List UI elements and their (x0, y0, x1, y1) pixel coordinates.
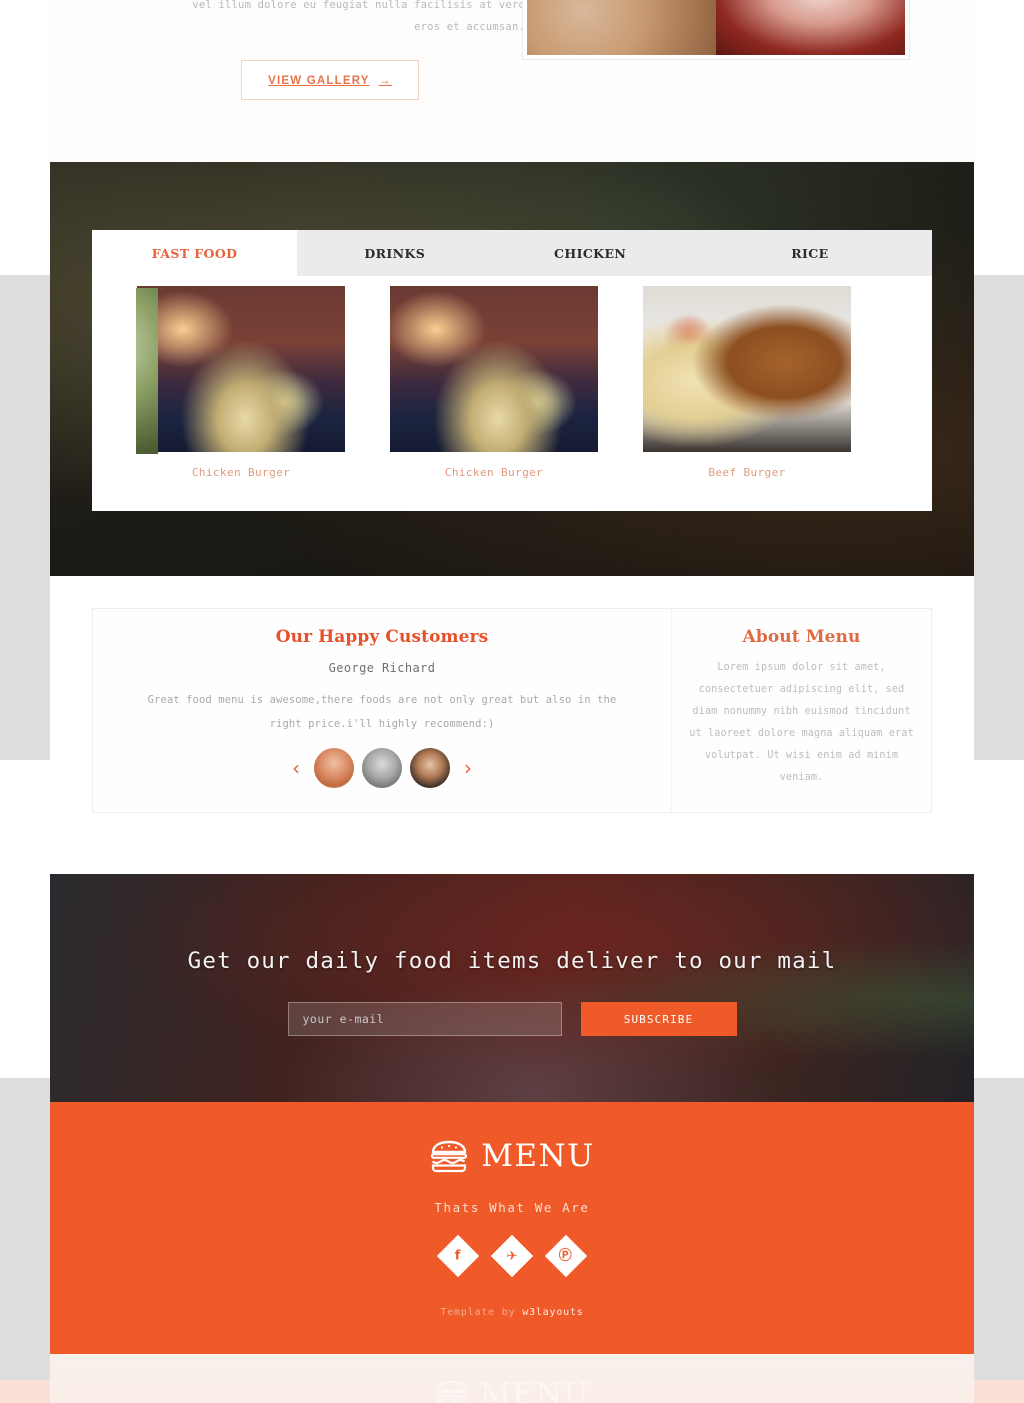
gallery-item-peek[interactable] (136, 288, 158, 454)
footer-social-links: f ✈ Ⓟ (50, 1234, 974, 1278)
gallery-card: FAST FOOD DRINKS CHICKEN RICE Chicken Bu… (92, 230, 932, 511)
about-menu-panel: About Menu Lorem ipsum dolor sit amet, c… (671, 609, 931, 812)
gallery-teaser-section: vel illum dolore eu feugiat nulla facili… (50, 0, 974, 162)
tab-drinks[interactable]: DRINKS (297, 230, 492, 276)
next-testimonial-button[interactable]: › (458, 758, 478, 778)
pinterest-glyph: Ⓟ (559, 1248, 573, 1264)
food-gallery-section: FAST FOOD DRINKS CHICKEN RICE Chicken Bu… (50, 162, 974, 576)
about-line-5: volutpat. Ut wisi enim ad minim (704, 750, 899, 761)
about-line-1: Lorem ipsum dolor sit amet, (717, 662, 886, 673)
gallery-item-caption: Chicken Burger (191, 466, 291, 479)
testimonial-quote-line-1: Great food menu is awesome,there foods a… (147, 694, 617, 706)
teaser-paragraph-line-2: eros et accumsan. (414, 21, 525, 33)
testimonials-about-card: Our Happy Customers George Richard Great… (92, 608, 932, 813)
twitter-glyph: ✈ (506, 1248, 518, 1264)
testimonial-quote-line-2: right price.i'll highly recommend:) (269, 718, 495, 730)
tab-drinks-label: DRINKS (364, 245, 426, 261)
footer-logo[interactable]: MENU (50, 1102, 974, 1174)
view-gallery-label: VIEW GALLERY (268, 75, 370, 87)
prev-testimonial-button[interactable]: ‹ (286, 758, 306, 778)
footer-credit-prefix: Template by (440, 1307, 523, 1318)
tab-fast-food-label: FAST FOOD (151, 245, 238, 261)
gallery-item[interactable]: Chicken Burger (137, 286, 345, 479)
teaser-photo-right (716, 0, 905, 55)
peek-logo: MENU (434, 1377, 590, 1403)
teaser-button-wrap: VIEW GALLERY → (105, 38, 525, 100)
tab-rice[interactable]: RICE (688, 230, 932, 276)
gallery-thumbnail-row: Chicken Burger Chicken Burger Beef Burge… (92, 276, 932, 511)
pinterest-icon[interactable]: Ⓟ (544, 1234, 588, 1278)
about-line-3: diam nonummy nibh euismod tincidunt (692, 706, 911, 717)
about-line-4: ut laoreet dolore magna aliquam erat (689, 728, 914, 739)
twitter-icon[interactable]: ✈ (490, 1234, 534, 1278)
tab-chicken[interactable]: CHICKEN (492, 230, 687, 276)
food-tray-photo (390, 286, 598, 452)
avatar[interactable] (362, 748, 402, 788)
gallery-tabs: FAST FOOD DRINKS CHICKEN RICE (92, 230, 932, 276)
testimonials-title: Our Happy Customers (275, 627, 489, 647)
teaser-text-block: vel illum dolore eu feugiat nulla facili… (105, 0, 525, 100)
tab-rice-label: RICE (791, 245, 829, 261)
view-gallery-button[interactable]: VIEW GALLERY → (241, 60, 419, 100)
testimonial-author: George Richard (328, 661, 436, 675)
newsletter-form: SUBSCRIBE (50, 1002, 974, 1036)
gallery-item-caption: Beef Burger (708, 466, 786, 479)
facebook-glyph: f (455, 1248, 461, 1264)
teaser-photo-left (527, 0, 716, 55)
gallery-item[interactable]: Beef Burger (643, 286, 851, 479)
burger-icon (431, 1140, 468, 1172)
salad-photo (136, 288, 158, 454)
beef-burger-photo (643, 286, 851, 452)
teaser-paragraph-line-1: vel illum dolore eu feugiat nulla facili… (192, 0, 525, 11)
food-tray-photo (137, 286, 345, 452)
arrow-right-icon: → (378, 73, 392, 87)
about-line-2: consectetuer adipiscing elit, sed (698, 684, 905, 695)
about-line-6: veniam. (779, 772, 824, 783)
testimonial-avatar-nav: ‹ › (103, 748, 661, 788)
site-footer: MENU Thats What We Are f ✈ Ⓟ Template by… (50, 1102, 974, 1354)
gallery-item[interactable]: Chicken Burger (390, 286, 598, 479)
peek-logo-text: MENU (479, 1377, 591, 1403)
newsletter-title: Get our daily food items deliver to our … (187, 948, 837, 974)
next-page-peek: MENU (50, 1354, 974, 1403)
testimonials-panel: Our Happy Customers George Richard Great… (93, 609, 671, 812)
avatar[interactable] (314, 748, 354, 788)
avatar[interactable] (410, 748, 450, 788)
testimonials-about-section: Our Happy Customers George Richard Great… (50, 576, 974, 874)
footer-tagline: Thats What We Are (434, 1200, 590, 1215)
tab-chicken-label: CHICKEN (554, 245, 627, 261)
newsletter-section: Get our daily food items deliver to our … (50, 874, 974, 1102)
about-menu-title: About Menu (742, 627, 861, 647)
burger-icon (435, 1380, 469, 1403)
teaser-photo-strip (527, 0, 905, 55)
newsletter-email-input[interactable] (287, 1002, 562, 1036)
subscribe-button[interactable]: SUBSCRIBE (580, 1002, 737, 1036)
teaser-photo-frame (522, 0, 910, 60)
gallery-item-caption: Chicken Burger (444, 466, 544, 479)
footer-credit: Template by w3layouts (50, 1307, 974, 1318)
website-column: vel illum dolore eu feugiat nulla facili… (50, 0, 974, 1403)
footer-credit-brand[interactable]: w3layouts (522, 1307, 583, 1318)
facebook-icon[interactable]: f (436, 1234, 480, 1278)
tab-fast-food[interactable]: FAST FOOD (92, 230, 298, 276)
page-root: vel illum dolore eu feugiat nulla facili… (0, 0, 1024, 1403)
footer-logo-text: MENU (481, 1138, 595, 1174)
